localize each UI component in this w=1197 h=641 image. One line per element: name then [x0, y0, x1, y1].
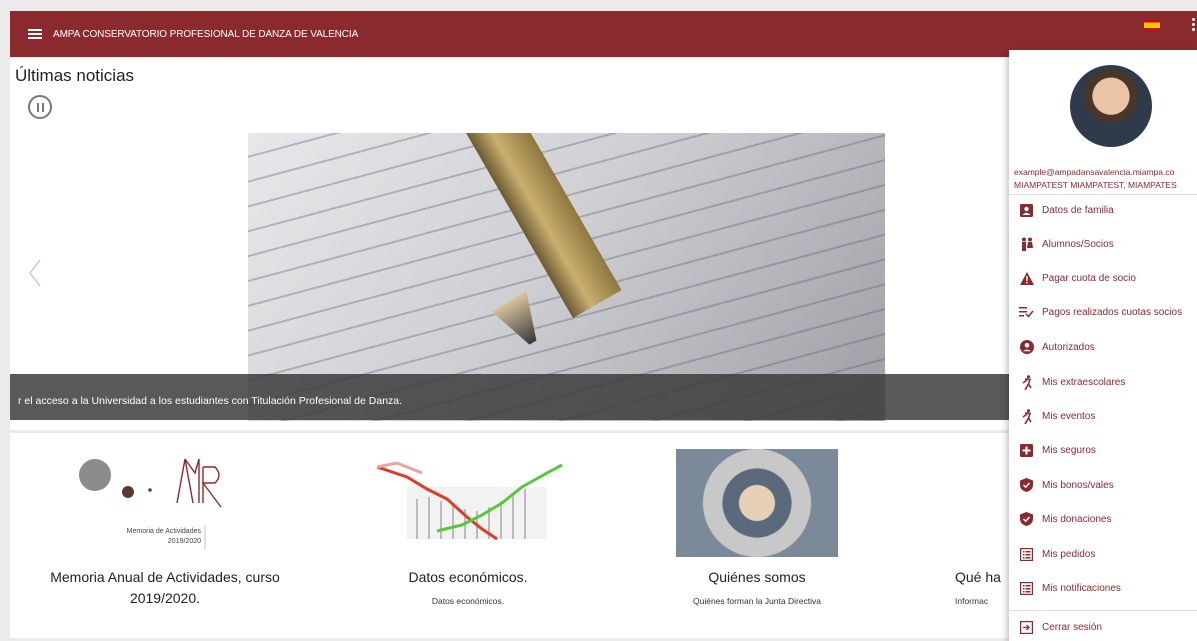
menu-item-datos-familia[interactable]: Datos de familia [1019, 200, 1114, 220]
menu-item-label: Mis bonos/vales [1042, 479, 1114, 491]
menu-item-notificaciones[interactable]: Mis notificaciones [1019, 578, 1121, 598]
card-title[interactable]: Memoria Anual de Actividades, curso 2019… [25, 567, 305, 609]
economic-chart-graphic[interactable] [367, 459, 567, 549]
divider [1009, 610, 1197, 611]
menu-item-seguros[interactable]: Mis seguros [1019, 440, 1096, 460]
memoria-logo-caption: Memoria de Actividades 2019/2020 [75, 527, 201, 547]
account-circle-icon [1019, 340, 1034, 355]
logout-icon [1019, 620, 1034, 635]
card-subtitle: Quiénes forman la Junta Directiva [692, 596, 822, 606]
running-icon [1019, 374, 1034, 390]
pencil-tip-graphic [492, 291, 551, 353]
memoria-logo[interactable]: Memoria de Actividades 2019/2020 [75, 449, 235, 551]
card-quienes-somos[interactable]: Quiénes somos Quiénes forman la Junta Di… [617, 567, 897, 606]
shield-check-icon [1019, 478, 1034, 493]
menu-item-label: Mis extraescolares [1042, 376, 1126, 388]
warning-icon [1019, 271, 1034, 286]
spain-flag-icon[interactable] [1144, 20, 1160, 31]
menu-item-pagos-realizados[interactable]: Pagos realizados cuotas socios [1019, 302, 1182, 322]
pencil-graphic [443, 133, 622, 319]
menu-item-label: Alumnos/Socios [1042, 238, 1114, 250]
menu-item-donaciones[interactable]: Mis donaciones [1019, 509, 1111, 529]
memoria-logo-line2: 2019/2020 [167, 538, 201, 545]
menu-item-pedidos[interactable]: Mis pedidos [1019, 544, 1095, 564]
medical-plus-icon [1019, 443, 1034, 458]
logout-label: Cerrar sesión [1042, 621, 1103, 633]
team-hands-photo[interactable] [676, 449, 838, 557]
menu-item-label: Mis pedidos [1042, 548, 1096, 560]
list-box-icon [1019, 547, 1034, 562]
menu-item-bonos-vales[interactable]: Mis bonos/vales [1019, 475, 1114, 495]
menu-item-label: Mis eventos [1042, 410, 1096, 422]
user-menu-drawer: example@ampadansavalencia.miampa.co MIAM… [1009, 50, 1197, 641]
menu-item-eventos[interactable]: Mis eventos [1019, 406, 1095, 426]
menu-item-pagar-cuota[interactable]: Pagar cuota de socio [1019, 268, 1136, 288]
menu-item-alumnos-socios[interactable]: Alumnos/Socios [1019, 234, 1114, 254]
card-title[interactable]: Qué ha [955, 567, 1015, 588]
hamburger-menu-icon[interactable] [28, 27, 46, 41]
card-datos-economicos[interactable]: Datos económicos. Datos económicos. [328, 567, 608, 606]
card-title[interactable]: Quiénes somos [617, 567, 897, 588]
card-que-hacemos[interactable]: Qué ha Informac [955, 567, 1015, 606]
news-heading: Últimas noticias [15, 66, 135, 85]
user-name: MIAMPATEST MIAMPATEST, MIAMPATES [1014, 180, 1177, 190]
list-box-icon [1019, 581, 1034, 596]
shield-check-icon [1019, 512, 1034, 527]
menu-item-label: Mis donaciones [1042, 513, 1112, 525]
divider [1009, 194, 1197, 195]
contact-card-icon [1019, 203, 1034, 218]
menu-item-extraescolares[interactable]: Mis extraescolares [1019, 372, 1125, 392]
card-title[interactable]: Datos económicos. [328, 567, 608, 588]
more-vert-icon[interactable] [1192, 18, 1196, 34]
slide-caption: r el acceso a la Universidad a los estud… [18, 395, 403, 407]
user-email: example@ampadansavalencia.miampa.co [1014, 167, 1175, 177]
chevron-left-icon[interactable] [28, 258, 42, 288]
menu-item-label: Datos de familia [1042, 204, 1114, 216]
card-memoria[interactable]: Memoria Anual de Actividades, curso 2019… [25, 567, 305, 609]
memoria-logo-line1: Memoria de Actividades [126, 528, 201, 535]
menu-item-autorizados[interactable]: Autorizados [1019, 337, 1095, 357]
people-icon [1019, 237, 1034, 252]
menu-item-label: Pagos realizados cuotas socios [1042, 306, 1183, 318]
menu-item-label: Autorizados [1042, 341, 1095, 353]
pause-icon[interactable] [28, 95, 52, 119]
menu-item-label: Mis seguros [1042, 444, 1096, 456]
list-check-icon [1019, 305, 1034, 320]
running-icon [1019, 408, 1034, 424]
logout-button[interactable]: Cerrar sesión [1019, 617, 1102, 637]
card-subtitle: Informac [955, 596, 989, 606]
menu-item-label: Pagar cuota de socio [1042, 272, 1136, 284]
menu-item-label: Mis notificaciones [1042, 582, 1121, 594]
card-subtitle: Datos económicos. [431, 596, 505, 606]
avatar [1070, 65, 1152, 147]
app-title: AMPA CONSERVATORIO PROFESIONAL DE DANZA … [53, 28, 359, 40]
